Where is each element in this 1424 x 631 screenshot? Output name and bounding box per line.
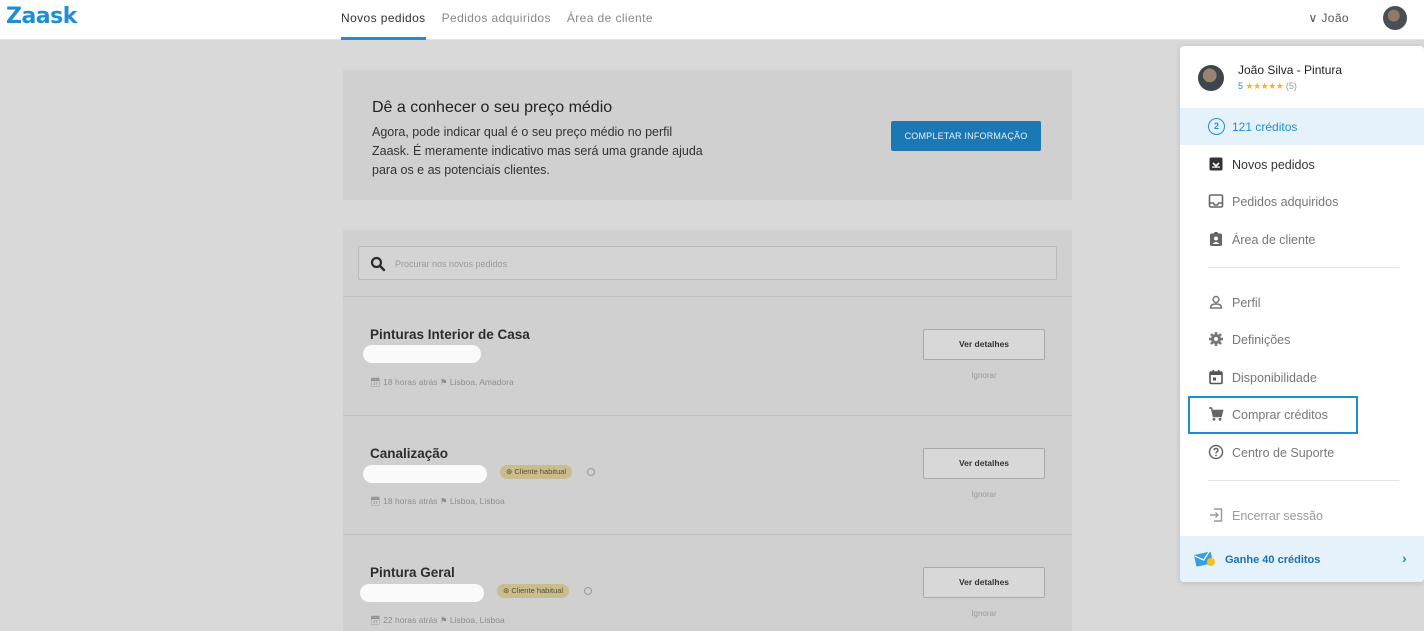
top-bar: Zaask Novos pedidos Pedidos adquiridos Á… [0, 0, 1424, 40]
search-box [358, 246, 1057, 280]
credits-balance[interactable]: 2 121 créditos [1180, 108, 1424, 145]
request-time: 22 horas atrás [383, 615, 438, 625]
chevron-right-icon: › [1402, 550, 1407, 566]
main-nav: Novos pedidos Pedidos adquiridos Área de… [341, 0, 669, 40]
request-location: Lisboa, Amadora [449, 377, 514, 387]
user-menu-label: João [1321, 11, 1349, 25]
request-location: Lisboa, Lisboa [449, 496, 505, 506]
ignore-link[interactable]: Ignorar [923, 609, 1045, 618]
rating-value: 5 [1238, 81, 1244, 91]
ignore-link[interactable]: Ignorar [923, 490, 1045, 499]
menu-item-area-de-cliente[interactable]: Área de cliente [1180, 224, 1424, 254]
request-item: Pinturas Interior de Casa 📅︎ 18 horas at… [343, 296, 1072, 414]
profile-rating: 5 ★★★★★ (5) [1238, 81, 1297, 92]
menu-divider [1208, 480, 1399, 481]
help-icon [1208, 444, 1224, 460]
menu-item-encerrar-sessao[interactable]: Encerrar sessão [1180, 500, 1424, 530]
profile-avatar [1198, 65, 1224, 91]
earn-credits-banner[interactable]: Ganhe 40 créditos › [1180, 536, 1424, 582]
calendar-icon [1209, 370, 1223, 385]
ignore-link[interactable]: Ignorar [923, 371, 1045, 380]
menu-item-label: Pedidos adquiridos [1232, 195, 1339, 209]
request-list: Pinturas Interior de Casa 📅︎ 18 horas at… [343, 230, 1072, 631]
menu-item-label: Área de cliente [1232, 233, 1316, 247]
search-input[interactable] [395, 255, 1035, 273]
chevron-down-icon: ∨ [1308, 11, 1318, 25]
view-details-button[interactable]: Ver detalhes [923, 567, 1045, 598]
menu-item-label: Perfil [1232, 296, 1261, 310]
info-icon[interactable] [584, 587, 592, 595]
menu-item-novos-pedidos[interactable]: Novos pedidos [1180, 149, 1424, 179]
nav-pedidos-adquiridos[interactable]: Pedidos adquiridos [442, 0, 551, 40]
nav-novos-pedidos[interactable]: Novos pedidos [341, 0, 426, 40]
logout-icon [1210, 508, 1223, 522]
request-time: 18 horas atrás [383, 496, 438, 506]
menu-item-definicoes[interactable]: Definições [1180, 324, 1424, 354]
menu-item-label: Definições [1232, 333, 1291, 347]
envelope-icon [1194, 550, 1215, 567]
user-menu-toggle[interactable]: ∨ João [1308, 11, 1349, 25]
calendar-icon: 📅︎ [370, 377, 381, 387]
promo-text: Agora, pode indicar qual é o seu preço m… [372, 125, 703, 177]
request-meta: 📅︎ 22 horas atrás ⚑ Lisboa, Lisboa [370, 615, 505, 626]
profile-name: João Silva - Pintura [1238, 63, 1343, 77]
user-avatar[interactable] [1383, 6, 1407, 30]
star-icon: ★★★★★ [1245, 81, 1284, 91]
request-item: Pintura Geral ⊛ Cliente habitual 📅︎ 22 h… [343, 534, 1072, 631]
request-item: Canalização ⊛ Cliente habitual 📅︎ 18 hor… [343, 415, 1072, 533]
promo-title: Dê a conhecer o seu preço médio [372, 99, 613, 116]
view-details-button[interactable]: Ver detalhes [923, 448, 1045, 479]
request-time: 18 horas atrás [383, 377, 438, 387]
redacted-client-name [360, 584, 484, 602]
menu-item-label: Novos pedidos [1232, 158, 1315, 172]
menu-item-perfil[interactable]: Perfil [1180, 287, 1424, 317]
request-meta: 📅︎ 18 horas atrás ⚑ Lisboa, Amadora [370, 377, 514, 388]
menu-item-label: Encerrar sessão [1232, 509, 1324, 523]
gear-icon [1209, 332, 1223, 346]
credits-label: 121 créditos [1232, 120, 1298, 134]
client-badge: ⊛ Cliente habitual [500, 465, 573, 479]
tag-icon: ⊛ [503, 586, 510, 595]
menu-divider [1208, 267, 1399, 268]
menu-item-disponibilidade[interactable]: Disponibilidade [1180, 362, 1424, 392]
menu-item-label: Disponibilidade [1232, 371, 1317, 385]
info-icon[interactable] [587, 468, 595, 476]
credits-coin-icon: 2 [1208, 118, 1225, 135]
menu-item-pedidos-adquiridos[interactable]: Pedidos adquiridos [1180, 186, 1424, 216]
redacted-client-name [363, 465, 487, 483]
client-badge: ⊛ Cliente habitual [497, 584, 570, 598]
highlight-outline [1188, 396, 1358, 434]
tag-icon: ⊛ [506, 467, 513, 476]
search-icon [370, 256, 386, 272]
menu-item-centro-de-suporte[interactable]: Centro de Suporte [1180, 437, 1424, 467]
location-pin-icon: ⚑ [439, 496, 448, 506]
promo-card: Dê a conhecer o seu preço médio Agora, p… [343, 70, 1072, 200]
inbox-icon [1209, 157, 1223, 171]
request-meta: 📅︎ 18 horas atrás ⚑ Lisboa, Lisboa [370, 496, 505, 507]
badge-icon [1210, 232, 1222, 246]
request-title: Pintura Geral [370, 565, 455, 580]
location-pin-icon: ⚑ [439, 615, 448, 625]
person-icon [1209, 295, 1223, 309]
user-dropdown-menu: João Silva - Pintura 5 ★★★★★ (5) 2 121 c… [1180, 46, 1424, 582]
calendar-icon: 📅︎ [370, 496, 381, 506]
view-details-button[interactable]: Ver detalhes [923, 329, 1045, 360]
request-location: Lisboa, Lisboa [449, 615, 505, 625]
location-pin-icon: ⚑ [439, 377, 448, 387]
menu-item-label: Centro de Suporte [1232, 446, 1335, 460]
request-title: Pinturas Interior de Casa [370, 327, 530, 342]
earn-credits-label: Ganhe 40 créditos [1225, 554, 1321, 566]
calendar-icon: 📅︎ [370, 615, 381, 625]
tray-icon [1208, 194, 1224, 208]
request-title: Canalização [370, 446, 449, 461]
zaask-logo[interactable]: Zaask [6, 4, 77, 29]
nav-area-de-cliente[interactable]: Área de cliente [567, 0, 653, 40]
rating-count: (5) [1285, 81, 1297, 91]
complete-info-button[interactable]: COMPLETAR INFORMAÇÃO [891, 121, 1041, 151]
redacted-client-name [363, 345, 481, 363]
